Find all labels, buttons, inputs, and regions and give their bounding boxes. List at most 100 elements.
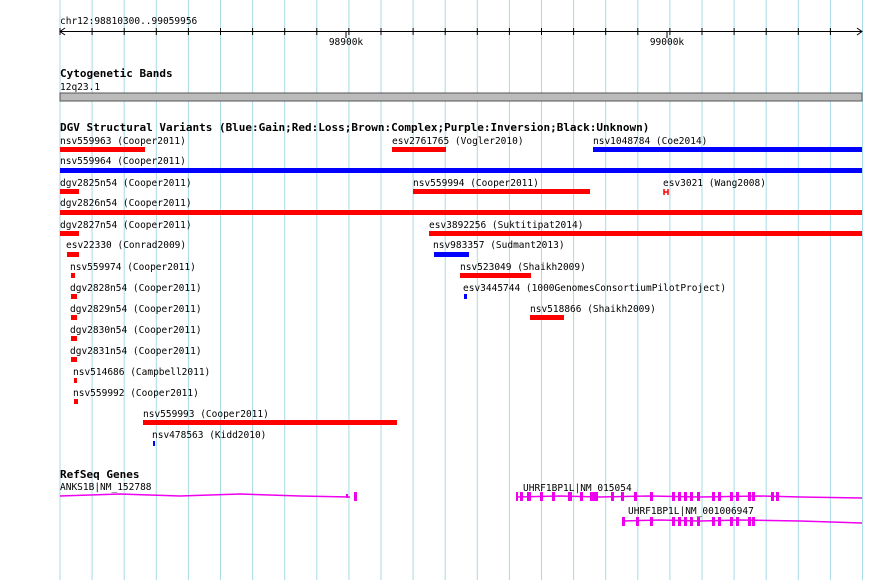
variant-label: dgv2830n54 (Cooper2011): [70, 325, 202, 336]
variant-label: nsv478563 (Kidd2010): [152, 430, 266, 441]
refseq-track[interactable]: RefSeq Genes ANKS1B|NM_152788 UHRF1BP1L|…: [59, 468, 863, 526]
variant-bar[interactable]: [60, 147, 145, 152]
gene-label: UHRF1BP1L|NM_015054: [523, 483, 632, 494]
gene-label: UHRF1BP1L|NM_001006947: [628, 506, 754, 517]
variant-bar[interactable]: [71, 315, 77, 320]
gene-exon: [697, 492, 700, 501]
variant-label: nsv514686 (Campbell2011): [73, 367, 210, 378]
gene-intron: [59, 493, 351, 498]
variant-bar[interactable]: [593, 147, 862, 152]
ruler-range-label: chr12:98810300..99059956: [60, 16, 198, 27]
gene-exon: [516, 492, 518, 501]
gene-exon: [776, 492, 779, 501]
variant-bar[interactable]: [71, 336, 77, 341]
genome-browser-view: chr12:98810300..99059956 98900k 99000k C…: [59, 0, 863, 580]
variant-label: dgv2831n54 (Cooper2011): [70, 346, 202, 357]
gene-exon: [712, 492, 715, 501]
gene-exon: [730, 517, 733, 526]
gene-exon: [771, 492, 774, 501]
variant-label: dgv2826n54 (Cooper2011): [60, 198, 192, 209]
variant-bar[interactable]: [60, 168, 862, 173]
gene-exon: [580, 492, 583, 501]
gene-exon: [712, 517, 715, 526]
dgv-track[interactable]: DGV Structural Variants (Blue:Gain;Red:L…: [60, 121, 862, 446]
gene-intron: [515, 495, 863, 499]
variant-bar[interactable]: [143, 420, 397, 425]
gene-exon: [678, 517, 681, 526]
gene-model-uhrf1bp1l-nm-001006947[interactable]: [621, 517, 863, 526]
gene-exon: [552, 492, 555, 501]
variant-label: esv3892256 (Suktitipat2014): [429, 220, 583, 231]
cytoband-label: 12q23.1: [60, 82, 100, 93]
gene-exon: [672, 517, 675, 526]
cytoband-bar[interactable]: [59, 92, 863, 102]
gene-exon: [621, 492, 624, 501]
variant-bar[interactable]: [413, 189, 590, 194]
gene-model-anks1b[interactable]: [59, 492, 357, 501]
variant-bar[interactable]: [434, 252, 469, 257]
gene-exon: [684, 517, 687, 526]
variant-label: nsv559993 (Cooper2011): [143, 409, 269, 420]
variant-bar[interactable]: [663, 189, 669, 195]
variant-label: dgv2827n54 (Cooper2011): [60, 220, 192, 231]
gene-intron: [621, 519, 863, 524]
variant-bar[interactable]: [60, 210, 862, 215]
gene-exon: [736, 517, 739, 526]
gene-exon: [634, 492, 637, 501]
variant-bar[interactable]: [71, 294, 77, 299]
gene-exon: [540, 492, 543, 501]
variant-label: esv22330 (Conrad2009): [66, 240, 186, 251]
ruler-track[interactable]: chr12:98810300..99059956 98900k 99000k: [59, 16, 863, 48]
gene-exon: [748, 492, 751, 501]
variant-bar[interactable]: [392, 147, 446, 152]
variant-label: esv2761765 (Vogler2010): [392, 136, 524, 147]
gene-exon: [650, 492, 653, 501]
variant-label: nsv518866 (Shaikh2009): [530, 304, 656, 315]
gene-exon: [568, 492, 572, 501]
variant-bar[interactable]: [60, 189, 79, 194]
variant-bar[interactable]: [464, 294, 467, 299]
gene-exon: [690, 492, 693, 501]
cytoband-track-title: Cytogenetic Bands: [60, 67, 173, 80]
gene-exon: [730, 492, 733, 501]
gene-exon: [520, 492, 523, 501]
variant-label: nsv559992 (Cooper2011): [73, 388, 199, 399]
gene-exon: [697, 517, 700, 526]
variant-label: nsv1048784 (Coe2014): [593, 136, 707, 147]
gene-exon: [672, 492, 675, 501]
variant-bar[interactable]: [71, 273, 75, 278]
refseq-track-title: RefSeq Genes: [60, 468, 139, 481]
gene-exon: [636, 517, 639, 526]
variant-bar[interactable]: [153, 441, 155, 446]
gene-exon: [752, 517, 755, 526]
gene-exon: [611, 492, 614, 501]
gene-exon: [354, 492, 357, 501]
gene-exon: [346, 494, 348, 498]
variant-label: nsv559963 (Cooper2011): [60, 136, 186, 147]
variant-bar[interactable]: [74, 378, 77, 383]
variant-label: nsv983357 (Sudmant2013): [433, 240, 565, 251]
gene-exon: [718, 492, 721, 501]
gene-exon: [527, 492, 531, 501]
cytoband-track[interactable]: Cytogenetic Bands 12q23.1: [59, 67, 863, 102]
variant-label: nsv559994 (Cooper2011): [413, 178, 539, 189]
variant-bar[interactable]: [74, 399, 78, 404]
variant-bar[interactable]: [530, 315, 564, 320]
variant-label: dgv2828n54 (Cooper2011): [70, 283, 202, 294]
variant-label: nsv559964 (Cooper2011): [60, 156, 186, 167]
variant-label: dgv2825n54 (Cooper2011): [60, 178, 192, 189]
variant-bar[interactable]: [460, 273, 531, 278]
variant-label: nsv559974 (Cooper2011): [70, 262, 196, 273]
variant-bar[interactable]: [67, 252, 79, 257]
gene-exon: [736, 492, 739, 501]
variant-bar[interactable]: [71, 357, 77, 362]
variant-bar[interactable]: [60, 231, 79, 236]
gene-exon: [748, 517, 751, 526]
gene-exon: [718, 517, 721, 526]
variant-bar[interactable]: [429, 231, 862, 236]
gene-exon: [752, 492, 755, 501]
variant-label: nsv523049 (Shaikh2009): [460, 262, 586, 273]
gene-exon: [684, 492, 687, 501]
gene-exon: [622, 517, 625, 526]
gene-exon: [678, 492, 681, 501]
